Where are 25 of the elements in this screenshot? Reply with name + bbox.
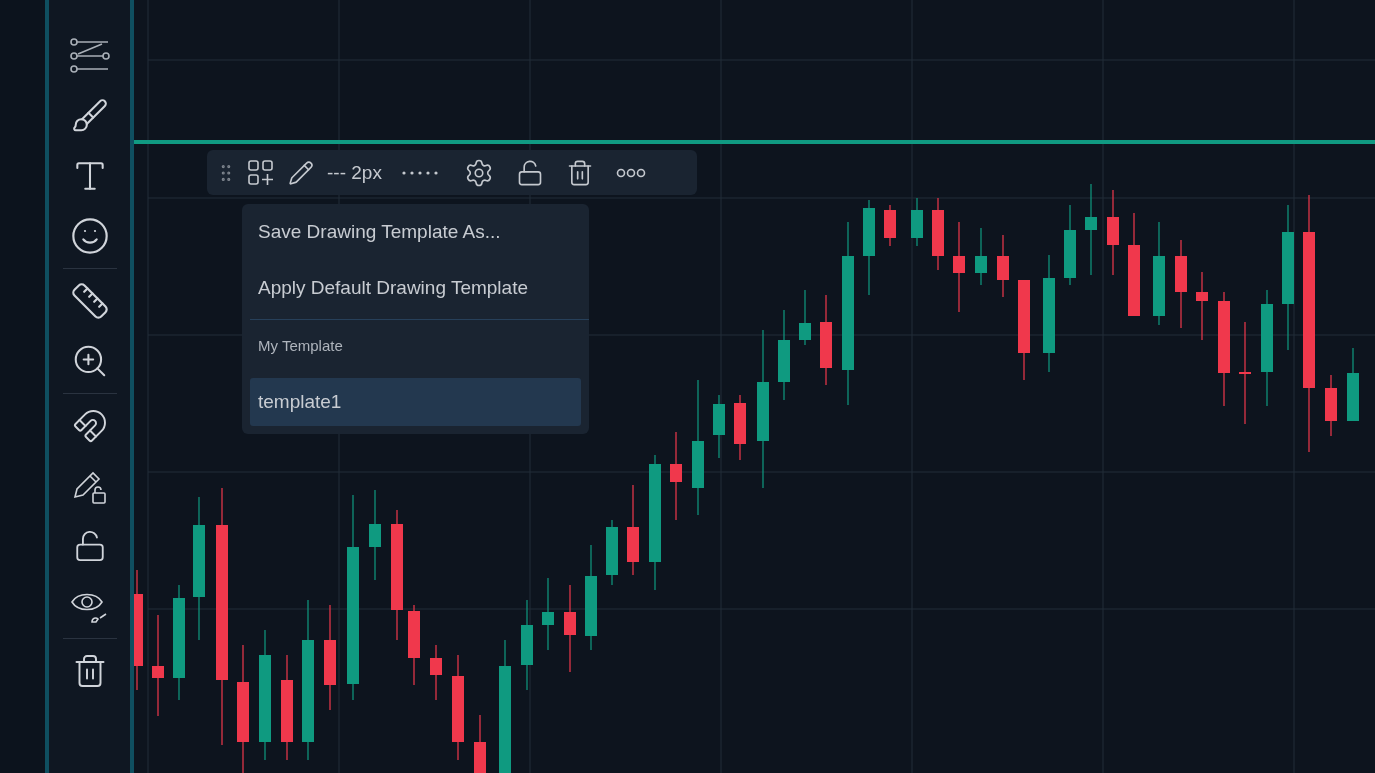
- candle: [884, 204, 896, 247]
- candle: [997, 234, 1009, 298]
- candle: [975, 227, 987, 286]
- candle: [1325, 374, 1337, 437]
- candle: [430, 644, 442, 701]
- more-icon: [615, 167, 646, 178]
- ruler-icon: [69, 281, 110, 321]
- candle: [911, 197, 923, 247]
- candle: [606, 519, 618, 586]
- candle: [474, 714, 486, 773]
- template-item[interactable]: template1: [250, 378, 581, 426]
- line-width-button[interactable]: --- 2px: [321, 152, 388, 193]
- dotted-line-icon: [401, 170, 438, 175]
- candle: [799, 289, 811, 346]
- menu-item[interactable]: Save Drawing Template As...: [242, 204, 589, 260]
- menu-item[interactable]: Apply Default Drawing Template: [242, 260, 589, 316]
- connected-lines-icon: [69, 38, 110, 74]
- candle: [713, 394, 725, 459]
- pencil-icon: [288, 159, 314, 186]
- candle: [1196, 271, 1208, 341]
- magnet-icon: [71, 408, 108, 444]
- section-label: My Template: [257, 335, 344, 356]
- smiley-icon: [69, 216, 110, 256]
- grid-plus-icon: [248, 159, 274, 186]
- candle: [734, 394, 746, 461]
